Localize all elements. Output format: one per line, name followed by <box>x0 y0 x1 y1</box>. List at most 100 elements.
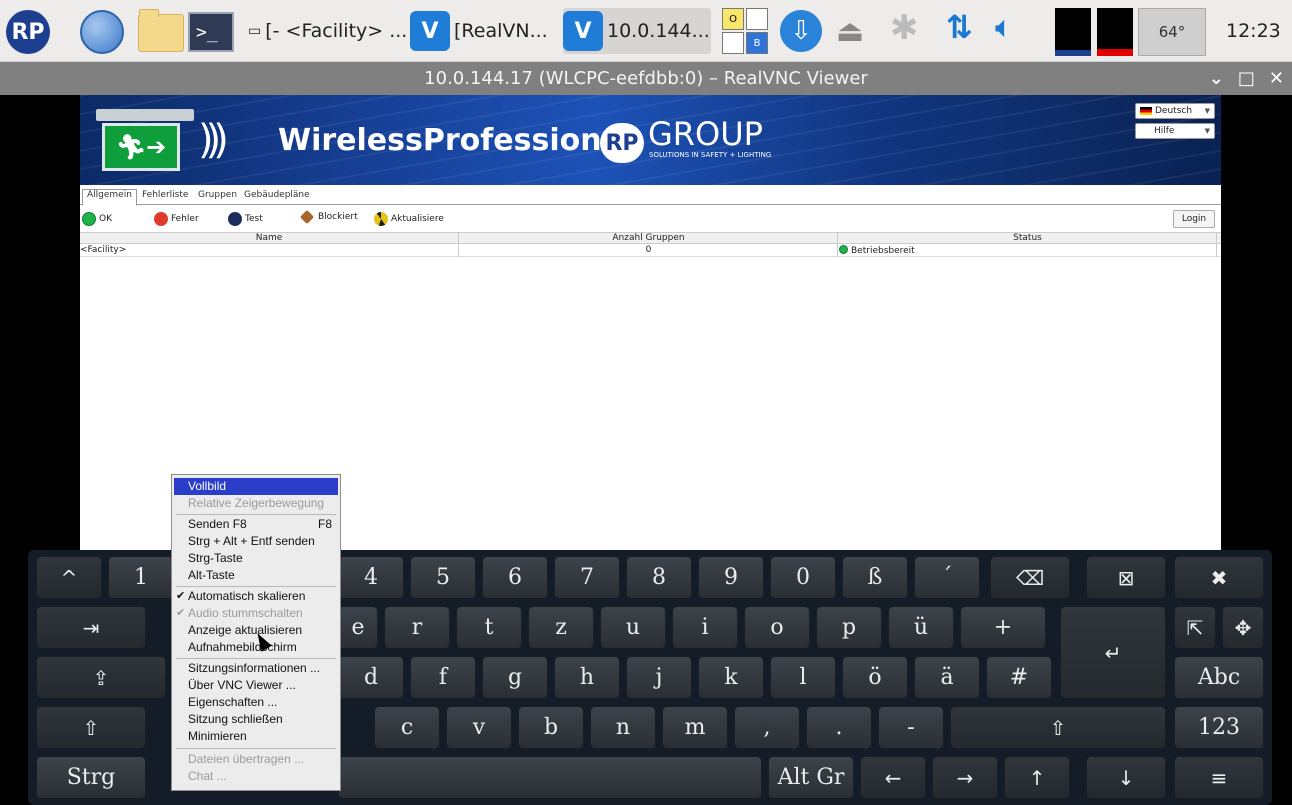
key-i[interactable]: i <box>672 606 738 649</box>
menu-item-about[interactable]: Über VNC Viewer ... <box>174 677 338 694</box>
menu-item-ctrl-alt-del[interactable]: Strg + Alt + Entf senden <box>174 533 338 550</box>
ok-button[interactable]: OK <box>82 212 112 226</box>
tab-gruppen[interactable]: Gruppen <box>194 190 241 205</box>
help-select[interactable]: Hilfe ▼ <box>1135 123 1215 139</box>
menu-item-properties[interactable]: Eigenschaften ... <box>174 694 338 711</box>
menu-item-session-info[interactable]: Sitzungsinformationen ... <box>174 660 338 677</box>
menu-item-fullscreen[interactable]: Vollbild <box>174 478 338 495</box>
arrow-left-icon[interactable]: ← <box>860 756 926 799</box>
task-vnc-session[interactable]: V 10.0.144... <box>563 8 711 54</box>
maximize-icon[interactable]: □ <box>1238 68 1255 89</box>
key-g[interactable]: g <box>482 656 548 699</box>
key-t[interactable]: t <box>456 606 522 649</box>
key-z[interactable]: z <box>528 606 594 649</box>
shift-left-icon[interactable]: ⇧ <box>36 706 146 749</box>
tab-gebaeudeplaene[interactable]: Gebäudepläne <box>240 190 314 205</box>
language-select[interactable]: Deutsch ▼ <box>1135 103 1215 119</box>
blocked-button[interactable]: Blockiert <box>299 209 358 225</box>
key-5[interactable]: 5 <box>410 556 476 599</box>
key-ue[interactable]: ü <box>888 606 954 649</box>
key-0[interactable]: 0 <box>770 556 836 599</box>
test-button[interactable]: Test <box>228 212 263 226</box>
key-comma[interactable]: , <box>734 706 800 749</box>
arrow-up-icon[interactable]: ↑ <box>1004 756 1070 799</box>
error-button[interactable]: Fehler <box>154 212 199 226</box>
file-manager-icon[interactable] <box>138 9 184 52</box>
key-plus[interactable]: + <box>960 606 1046 649</box>
col-groups[interactable]: Anzahl Gruppen <box>460 233 838 245</box>
refresh-button[interactable]: Aktualisiere <box>374 212 444 226</box>
key-sharp-s[interactable]: ß <box>842 556 908 599</box>
tab-allgemein[interactable]: Allgemein <box>82 189 137 206</box>
key-b[interactable]: b <box>518 706 584 749</box>
key-acute[interactable]: ´ <box>914 556 980 599</box>
key-u[interactable]: u <box>600 606 666 649</box>
terminal-icon[interactable]: >_ <box>188 12 234 52</box>
bluetooth-icon[interactable]: ✱ <box>890 8 919 48</box>
minimize-icon[interactable]: ⌄ <box>1209 68 1224 89</box>
altgr-key[interactable]: Alt Gr <box>768 756 854 799</box>
menu-item-minimize[interactable]: Minimieren <box>174 728 338 745</box>
menu-logo-icon[interactable]: RP <box>6 10 50 54</box>
key-m[interactable]: m <box>662 706 728 749</box>
key-4[interactable]: 4 <box>338 556 404 599</box>
key-p[interactable]: p <box>816 606 882 649</box>
key-h[interactable]: h <box>554 656 620 699</box>
tab-key-icon[interactable]: ⇥ <box>36 606 146 649</box>
network-icon[interactable]: ⇅ <box>946 8 973 46</box>
key-period[interactable]: . <box>806 706 872 749</box>
backspace-icon[interactable]: ⌫ <box>990 556 1070 599</box>
task-realvnc[interactable]: V [RealVN... <box>410 8 555 54</box>
clock[interactable]: 12:23 <box>1226 20 1281 42</box>
menu-item-ctrl-key[interactable]: Strg-Taste <box>174 550 338 567</box>
download-icon[interactable]: ⇩ <box>780 10 822 52</box>
close-keyboard-icon[interactable]: ✖ <box>1174 556 1264 599</box>
key-minus[interactable]: - <box>878 706 944 749</box>
browser-icon[interactable] <box>80 10 124 54</box>
key-hash[interactable]: # <box>986 656 1052 699</box>
menu-item-send-f8[interactable]: Senden F8 F8 <box>174 516 338 533</box>
delete-icon[interactable]: ⊠ <box>1086 556 1166 599</box>
arrow-down-icon[interactable]: ↓ <box>1086 756 1166 799</box>
key-f[interactable]: f <box>410 656 476 699</box>
key-c[interactable]: c <box>374 706 440 749</box>
volume-icon[interactable]: 🔈︎ <box>995 10 1013 45</box>
key-ae[interactable]: ä <box>914 656 980 699</box>
key-n[interactable]: n <box>590 706 656 749</box>
col-name[interactable]: Name <box>80 233 459 245</box>
table-row[interactable]: <Facility> 0 Betriebsbereit <box>80 245 1221 257</box>
move-icon[interactable]: ✥ <box>1222 606 1264 649</box>
keyboard-menu-icon[interactable]: ≡ <box>1174 756 1264 799</box>
space-key[interactable] <box>338 756 762 799</box>
key-e[interactable]: e <box>338 606 378 649</box>
menu-item-close-session[interactable]: Sitzung schließen <box>174 711 338 728</box>
key-r[interactable]: r <box>384 606 450 649</box>
eject-icon[interactable]: ⏏ <box>836 14 864 49</box>
key-o[interactable]: o <box>744 606 810 649</box>
enter-key-icon[interactable]: ↵ <box>1060 606 1166 699</box>
key-oe[interactable]: ö <box>842 656 908 699</box>
key-1[interactable]: 1 <box>108 556 174 599</box>
key-7[interactable]: 7 <box>554 556 620 599</box>
close-icon[interactable]: ✕ <box>1269 68 1284 89</box>
col-status[interactable]: Status <box>839 233 1217 245</box>
key-d[interactable]: d <box>338 656 404 699</box>
key-caret[interactable]: ^ <box>36 556 102 599</box>
key-l[interactable]: l <box>770 656 836 699</box>
tab-fehlerliste[interactable]: Fehlerliste <box>138 190 192 205</box>
arrow-right-icon[interactable]: → <box>932 756 998 799</box>
key-j[interactable]: j <box>626 656 692 699</box>
abc-key[interactable]: Abc <box>1174 656 1264 699</box>
ctrl-key[interactable]: Strg <box>36 756 146 799</box>
key-9[interactable]: 9 <box>698 556 764 599</box>
pointer-icon[interactable]: ⇱ <box>1174 606 1216 649</box>
key-v[interactable]: v <box>446 706 512 749</box>
capslock-icon[interactable]: ⇪ <box>36 656 166 699</box>
key-6[interactable]: 6 <box>482 556 548 599</box>
menu-item-auto-scale[interactable]: ✔ Automatisch skalieren <box>174 588 338 605</box>
keyboard-layout-icon[interactable]: O B <box>722 8 772 56</box>
numeric-key[interactable]: 123 <box>1174 706 1264 749</box>
shift-right-icon[interactable]: ⇧ <box>950 706 1166 749</box>
key-k[interactable]: k <box>698 656 764 699</box>
key-8[interactable]: 8 <box>626 556 692 599</box>
